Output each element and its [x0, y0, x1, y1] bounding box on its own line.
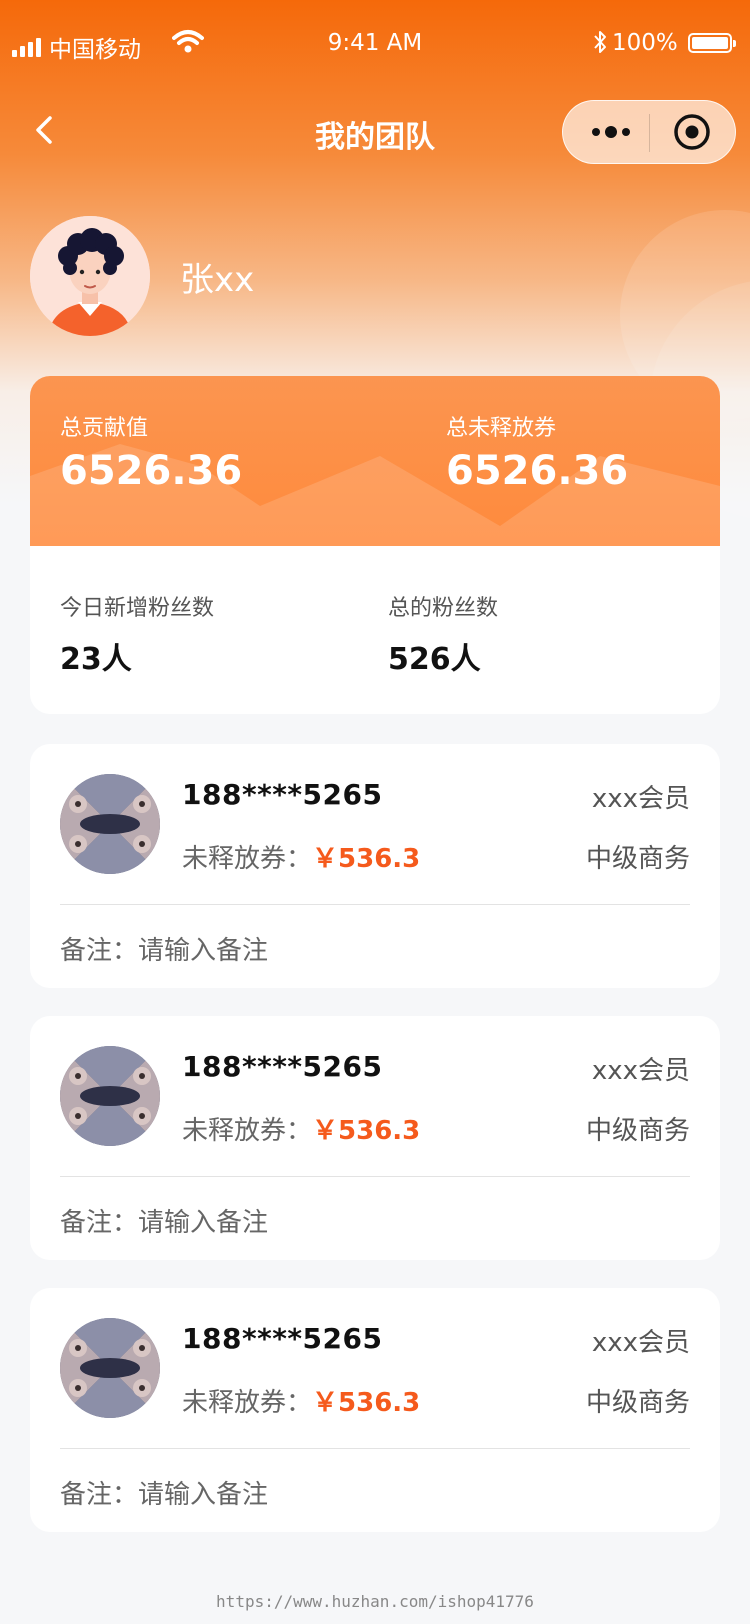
coupon-amount: ￥536.3 — [312, 1388, 421, 1418]
member-avatar — [60, 1046, 160, 1146]
today-new-fans-label: 今日新增粉丝数 — [60, 596, 215, 621]
total-contribution-label: 总贡献值 — [60, 416, 149, 441]
member-phone: 188****5265 — [182, 1322, 383, 1355]
member-note[interactable]: 备注：请输入备注 — [60, 1202, 268, 1239]
member-coupon: 未释放券：￥536.3 — [182, 1382, 420, 1419]
battery-icon — [688, 33, 736, 53]
member-card[interactable]: 188****5265 xxx会员 未释放券：￥536.3 中级商务 备注：请输… — [30, 1288, 720, 1532]
member-note[interactable]: 备注：请输入备注 — [60, 1474, 268, 1511]
user-name: 张xx — [180, 260, 255, 300]
member-rank: 中级商务 — [585, 844, 690, 874]
coupon-amount: ￥536.3 — [312, 1116, 421, 1146]
stats-header: 总贡献值 6526.36 总未释放券 6526.36 — [30, 376, 720, 546]
member-avatar — [60, 1318, 160, 1418]
coupon-label: 未释放券： — [182, 844, 313, 874]
status-bar: 中国移动 9:41 AM 100% — [0, 0, 750, 88]
divider — [60, 904, 690, 905]
member-phone: 188****5265 — [182, 1050, 383, 1083]
close-target-icon[interactable] — [673, 113, 711, 151]
member-coupon: 未释放券：￥536.3 — [182, 1110, 420, 1147]
avatar[interactable] — [30, 216, 150, 336]
member-rank: 中级商务 — [585, 1388, 690, 1418]
member-level: xxx会员 — [591, 1328, 690, 1358]
member-level: xxx会员 — [591, 1056, 690, 1086]
member-rank: 中级商务 — [585, 1116, 690, 1146]
stats-card: 总贡献值 6526.36 总未释放券 6526.36 今日新增粉丝数 23人 总… — [30, 376, 720, 714]
coupon-amount: ￥536.3 — [312, 844, 421, 874]
total-unreleased-label: 总未释放券 — [446, 416, 557, 441]
member-avatar — [60, 774, 160, 874]
miniprogram-capsule — [562, 100, 736, 164]
nav-bar: 我的团队 — [0, 88, 750, 176]
divider — [60, 1448, 690, 1449]
total-fans-label: 总的粉丝数 — [388, 596, 499, 621]
total-unreleased-value: 6526.36 — [446, 448, 629, 494]
more-icon[interactable] — [587, 115, 635, 149]
member-level: xxx会员 — [591, 784, 690, 814]
battery-percent: 100% — [612, 30, 678, 56]
coupon-label: 未释放券： — [182, 1388, 313, 1418]
member-phone: 188****5265 — [182, 778, 383, 811]
bluetooth-icon — [594, 31, 606, 53]
capsule-divider — [649, 114, 650, 152]
watermark: https://www.huzhan.com/ishop41776 — [216, 1592, 534, 1611]
total-fans-value: 526人 — [388, 642, 481, 677]
today-new-fans-value: 23人 — [60, 642, 132, 677]
member-note[interactable]: 备注：请输入备注 — [60, 930, 268, 967]
coupon-label: 未释放券： — [182, 1116, 313, 1146]
divider — [60, 1176, 690, 1177]
member-card[interactable]: 188****5265 xxx会员 未释放券：￥536.3 中级商务 备注：请输… — [30, 1016, 720, 1260]
avatar-illustration — [30, 216, 150, 336]
member-coupon: 未释放券：￥536.3 — [182, 838, 420, 875]
total-contribution-value: 6526.36 — [60, 448, 243, 494]
member-card[interactable]: 188****5265 xxx会员 未释放券：￥536.3 中级商务 备注：请输… — [30, 744, 720, 988]
